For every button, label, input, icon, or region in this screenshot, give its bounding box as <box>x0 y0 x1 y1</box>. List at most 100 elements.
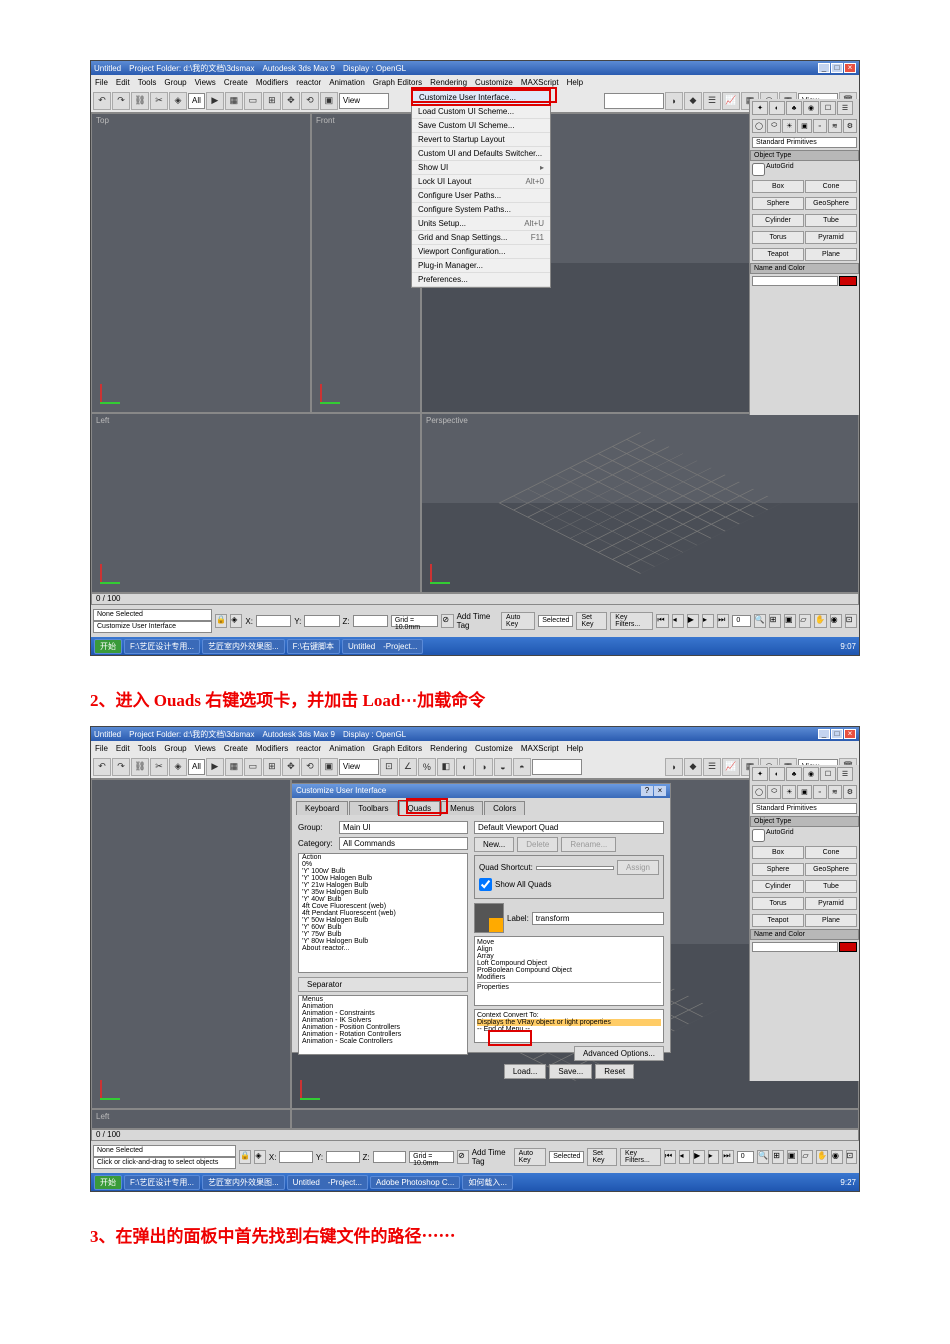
menu-grapheditors[interactable]: Graph Editors <box>373 744 422 753</box>
list-item[interactable]: 4ft Pendant Fluorescent (web) <box>299 910 467 917</box>
list-item[interactable]: ProBoolean Compound Object <box>477 967 661 974</box>
curve-ed-icon[interactable]: 📈 <box>722 758 740 776</box>
select-icon[interactable]: ▶ <box>206 758 224 776</box>
select-rect-icon[interactable]: ▭ <box>244 92 262 110</box>
goto-start-icon[interactable]: ⏮ <box>664 1150 676 1164</box>
align-icon[interactable]: ◆ <box>684 758 702 776</box>
list-item[interactable]: 'Y' 21w Halogen Bulb <box>299 882 467 889</box>
goto-end-icon[interactable]: ⏭ <box>717 614 729 628</box>
task-item[interactable]: Untitled -Project... <box>287 1175 368 1190</box>
play-icon[interactable]: ▶ <box>693 1150 705 1164</box>
named-selection[interactable] <box>532 759 582 775</box>
menu-animation[interactable]: Animation <box>329 78 365 87</box>
close-icon[interactable]: × <box>844 729 856 739</box>
pan-icon[interactable]: ✋ <box>816 1150 828 1164</box>
load-button[interactable]: Load... <box>504 1064 546 1079</box>
menu-reactor[interactable]: reactor <box>296 78 321 87</box>
utilities-tab-icon[interactable]: ☰ <box>837 767 853 781</box>
selection-filter[interactable]: All <box>188 759 205 775</box>
btn-geosphere[interactable]: GeoSphere <box>805 197 857 210</box>
snap-icon[interactable]: ◈ <box>254 1150 266 1164</box>
undo-icon[interactable]: ↶ <box>93 758 111 776</box>
fov-icon[interactable]: ▱ <box>799 614 811 628</box>
motion-tab-icon[interactable]: ◉ <box>803 101 819 115</box>
list-item[interactable]: 4ft Cove Fluorescent (web) <box>299 903 467 910</box>
list-item[interactable]: Animation - Position Controllers <box>299 1024 467 1031</box>
start-button[interactable]: 开始 <box>94 1175 122 1190</box>
zoom-ext-icon[interactable]: ▣ <box>787 1150 799 1164</box>
zoom-icon[interactable]: 🔍 <box>757 1150 769 1164</box>
action-list[interactable]: Action 0% 'Y' 100w' Bulb 'Y' 100w Haloge… <box>298 853 468 973</box>
menu-lockui[interactable]: Lock UI LayoutAlt+0 <box>412 175 550 189</box>
primitive-dropdown[interactable]: Standard Primitives <box>752 803 857 814</box>
btn-cone[interactable]: Cone <box>805 180 857 193</box>
center-icon[interactable]: ◓ <box>513 758 531 776</box>
tab-keyboard[interactable]: Keyboard <box>296 801 348 815</box>
angle-snap-icon[interactable]: ∠ <box>399 758 417 776</box>
zoom-all-icon[interactable]: ⊞ <box>769 614 781 628</box>
autogrid-checkbox[interactable] <box>752 163 765 176</box>
context-list[interactable]: Context Convert To: Displays the VRay ob… <box>474 1009 664 1043</box>
menu-syspaths[interactable]: Configure System Paths... <box>412 203 550 217</box>
menu-save-scheme[interactable]: Save Custom UI Scheme... <box>412 119 550 133</box>
list-item[interactable]: 'Y' 75w' Bulb <box>299 931 467 938</box>
unlink-icon[interactable]: ✂ <box>150 758 168 776</box>
keymode[interactable]: Selected <box>538 615 573 627</box>
selection-lock-icon[interactable]: ◐ <box>456 758 474 776</box>
menu-create[interactable]: Create <box>224 78 248 87</box>
list-item[interactable]: Loft Compound Object <box>477 960 661 967</box>
setkey-button[interactable]: Set Key <box>576 612 607 630</box>
setkey-button[interactable]: Set Key <box>587 1148 617 1166</box>
menu-units[interactable]: Units Setup...Alt+U <box>412 217 550 231</box>
menu-help[interactable]: Help <box>567 78 583 87</box>
tab-quads[interactable]: Quads <box>399 801 441 815</box>
task-item[interactable]: F:\艺匠设计专用... <box>124 1175 200 1190</box>
btn-tube[interactable]: Tube <box>805 880 857 893</box>
select-icon[interactable]: ▶ <box>206 92 224 110</box>
list-item[interactable]: 'Y' 60w' Bulb <box>299 924 467 931</box>
btn-tube[interactable]: Tube <box>805 214 857 227</box>
menu-group[interactable]: Group <box>164 78 186 87</box>
named-selection[interactable] <box>604 93 664 109</box>
menu-switcher[interactable]: Custom UI and Defaults Switcher... <box>412 147 550 161</box>
refcoord-dropdown[interactable]: View <box>339 759 379 775</box>
task-item[interactable]: F:\艺匠设计专用... <box>124 639 200 654</box>
menu-tools[interactable]: Tools <box>138 744 157 753</box>
menu-file[interactable]: File <box>95 78 108 87</box>
goto-end-icon[interactable]: ⏭ <box>722 1150 734 1164</box>
mirror-icon[interactable]: ◗ <box>665 758 683 776</box>
menu-plugin[interactable]: Plug-in Manager... <box>412 259 550 273</box>
select-rect-icon[interactable]: ▭ <box>244 758 262 776</box>
btn-sphere[interactable]: Sphere <box>752 863 804 876</box>
tab-toolbars[interactable]: Toolbars <box>349 801 397 815</box>
quad-preview-icon[interactable] <box>474 903 504 933</box>
btn-box[interactable]: Box <box>752 846 804 859</box>
list-item[interactable]: Animation - Rotation Controllers <box>299 1031 467 1038</box>
minimize-icon[interactable]: _ <box>818 63 830 73</box>
quad-dropdown[interactable]: Default Viewport Quad <box>474 821 664 834</box>
btn-sphere[interactable]: Sphere <box>752 197 804 210</box>
menu-maxscript[interactable]: MAXScript <box>521 744 559 753</box>
geometry-icon[interactable]: ◯ <box>752 119 766 133</box>
list-item[interactable]: Menus <box>299 996 467 1003</box>
save-button[interactable]: Save... <box>549 1064 592 1079</box>
select-name-icon[interactable]: ▦ <box>225 758 243 776</box>
tab-colors[interactable]: Colors <box>484 801 525 815</box>
curve-ed-icon[interactable]: 📈 <box>722 92 740 110</box>
frame-field[interactable]: 0 <box>732 615 750 627</box>
list-item[interactable]: Animation - IK Solvers <box>299 1017 467 1024</box>
list-item[interactable]: 'Y' 40w' Bulb <box>299 896 467 903</box>
menu-grapheditors[interactable]: Graph Editors <box>373 78 422 87</box>
select-name-icon[interactable]: ▦ <box>225 92 243 110</box>
display-tab-icon[interactable]: ☐ <box>820 101 836 115</box>
menu-customize[interactable]: Customize <box>475 744 513 753</box>
menu-userpaths[interactable]: Configure User Paths... <box>412 189 550 203</box>
menu-animation[interactable]: Animation <box>329 744 365 753</box>
move-icon[interactable]: ✥ <box>282 92 300 110</box>
menu-edit[interactable]: Edit <box>116 78 130 87</box>
menu-file[interactable]: File <box>95 744 108 753</box>
dialog-close-icon[interactable]: × <box>654 786 666 796</box>
color-swatch[interactable] <box>839 942 857 952</box>
prev-frame-icon[interactable]: ◂ <box>672 614 684 628</box>
rotate-icon[interactable]: ⟲ <box>301 758 319 776</box>
